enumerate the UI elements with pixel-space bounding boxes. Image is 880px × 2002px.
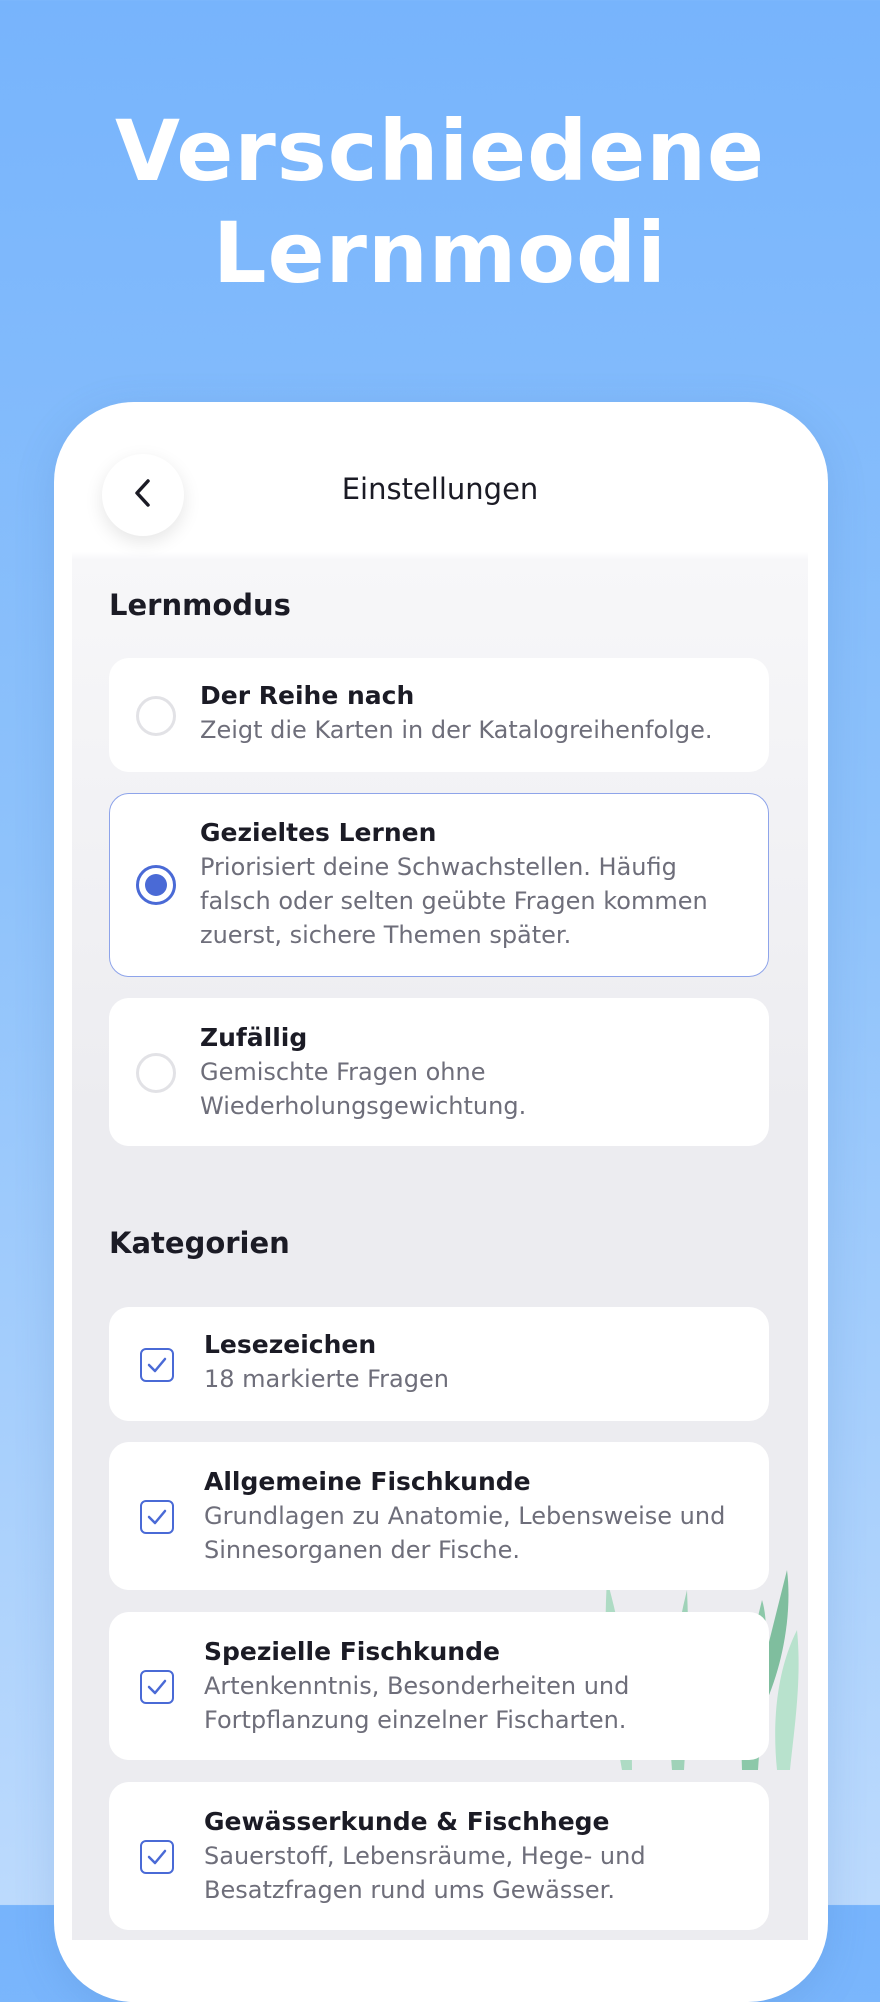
radio-unselected[interactable] bbox=[136, 696, 176, 736]
option-description-line-1: Gemischte Fragen ohne bbox=[200, 1058, 486, 1086]
settings-screen: Einstellungen Lernmodus Der Reihe nach Z… bbox=[72, 420, 808, 1940]
headline: Verschiedene Lernmodi bbox=[0, 100, 880, 304]
category-description-line-1: Grundlagen zu Anatomie, Lebensweise und bbox=[204, 1502, 726, 1530]
category-description-line-1: Artenkenntnis, Besonderheiten und bbox=[204, 1672, 630, 1700]
headline-line-1: Verschiedene bbox=[114, 102, 766, 200]
headline-line-2: Lernmodi bbox=[213, 204, 667, 302]
checkbox-checked[interactable] bbox=[140, 1500, 174, 1534]
category-gewaesserkunde-fischhege[interactable]: Gewässerkunde & Fischhege Sauerstoff, Le… bbox=[109, 1782, 769, 1930]
mode-option-zufaellig[interactable]: Zufällig Gemischte Fragen ohne Wiederhol… bbox=[109, 998, 769, 1146]
mode-option-gezieltes-lernen[interactable]: Gezieltes Lernen Priorisiert deine Schwa… bbox=[109, 793, 769, 977]
category-description-line-2: Fortpflanzung einzelner Fischarten. bbox=[204, 1706, 627, 1734]
option-title: Gezieltes Lernen bbox=[200, 818, 437, 847]
option-description-line-2: Wiederholungsgewichtung. bbox=[200, 1092, 527, 1120]
option-title: Der Reihe nach bbox=[200, 681, 415, 710]
check-icon bbox=[147, 1357, 167, 1373]
category-description-line-2: Besatzfragen rund ums Gewässer. bbox=[204, 1876, 615, 1904]
section-heading-lernmodus: Lernmodus bbox=[109, 588, 291, 622]
checkbox-checked[interactable] bbox=[140, 1840, 174, 1874]
category-spezielle-fischkunde[interactable]: Spezielle Fischkunde Artenkenntnis, Beso… bbox=[109, 1612, 769, 1760]
check-icon bbox=[147, 1679, 167, 1695]
radio-selected[interactable] bbox=[136, 865, 176, 905]
check-icon bbox=[147, 1849, 167, 1865]
category-allgemeine-fischkunde[interactable]: Allgemeine Fischkunde Grundlagen zu Anat… bbox=[109, 1442, 769, 1590]
option-description-line-1: Priorisiert deine Schwachstellen. Häufig bbox=[200, 853, 677, 881]
category-description: 18 markierte Fragen bbox=[204, 1365, 449, 1393]
option-description-line-3: zuerst, sichere Themen später. bbox=[200, 921, 572, 949]
option-description-line-2: falsch oder selten geübte Fragen kommen bbox=[200, 887, 708, 915]
category-title: Spezielle Fischkunde bbox=[204, 1637, 500, 1666]
category-title: Gewässerkunde & Fischhege bbox=[204, 1807, 610, 1836]
mode-option-der-reihe-nach[interactable]: Der Reihe nach Zeigt die Karten in der K… bbox=[109, 658, 769, 772]
checkbox-checked[interactable] bbox=[140, 1348, 174, 1382]
check-icon bbox=[147, 1509, 167, 1525]
category-description-line-2: Sinnesorganen der Fische. bbox=[204, 1536, 521, 1564]
option-title: Zufällig bbox=[200, 1023, 308, 1052]
checkbox-checked[interactable] bbox=[140, 1670, 174, 1704]
radio-unselected[interactable] bbox=[136, 1053, 176, 1093]
category-title: Allgemeine Fischkunde bbox=[204, 1467, 531, 1496]
category-lesezeichen[interactable]: Lesezeichen 18 markierte Fragen bbox=[109, 1307, 769, 1421]
page-title: Einstellungen bbox=[341, 472, 539, 506]
category-description-line-1: Sauerstoff, Lebensräume, Hege- und bbox=[204, 1842, 646, 1870]
section-heading-kategorien: Kategorien bbox=[109, 1226, 290, 1260]
top-bar: Einstellungen bbox=[72, 420, 808, 552]
option-description: Zeigt die Karten in der Katalogreihenfol… bbox=[200, 716, 713, 744]
category-title: Lesezeichen bbox=[204, 1330, 377, 1359]
